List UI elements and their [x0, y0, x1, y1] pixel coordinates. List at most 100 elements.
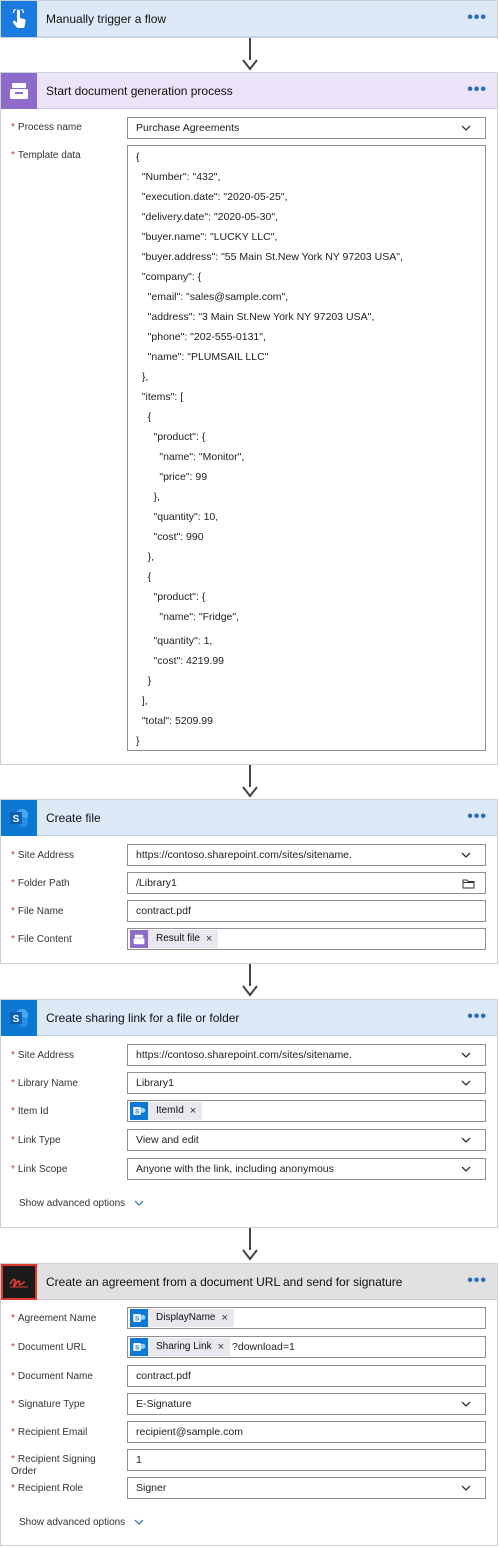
template-data-line: },: [136, 371, 149, 383]
template-data-textarea[interactable]: { "Number": "432", "execution.date": "20…: [127, 145, 486, 751]
template-data-line: "cost": 990: [136, 531, 204, 543]
template-data-line: "items": [: [136, 391, 184, 403]
svg-text:S: S: [135, 1316, 139, 1323]
signature-type-select[interactable]: E-Signature: [127, 1393, 486, 1415]
library-name-select[interactable]: Library1: [127, 1072, 486, 1094]
agreement-header[interactable]: Create an agreement from a document URL …: [1, 1264, 497, 1300]
svg-text:S: S: [135, 1345, 139, 1352]
sharing-link-title: Create sharing link for a file or folder: [46, 1011, 240, 1025]
chevron-down-icon: [461, 1137, 471, 1143]
template-data-line: "execution.date": "2020-05-25",: [136, 191, 288, 203]
docgen-title: Start document generation process: [46, 84, 233, 98]
connector-arrow: [249, 38, 251, 60]
file-content-label: * File Content: [11, 934, 72, 945]
recipient-role-select[interactable]: Signer: [127, 1477, 486, 1499]
connector-arrow: [249, 765, 251, 787]
sharing-link-more-button[interactable]: •••: [467, 1000, 487, 1034]
remove-token-button[interactable]: ×: [221, 1309, 227, 1327]
chevron-down-icon: [461, 125, 471, 131]
template-data-line: "address": "3 Main St.New York NY 97203 …: [136, 311, 375, 323]
chevron-down-icon: [134, 1519, 144, 1525]
sharepoint-icon: S: [130, 1309, 148, 1327]
agreement-name-input[interactable]: S DisplayName ×: [127, 1307, 486, 1329]
chevron-down-icon: [461, 1401, 471, 1407]
docgen-card[interactable]: Start document generation process ••• * P…: [0, 72, 498, 765]
template-data-line: "Number": "432",: [136, 171, 221, 183]
itemid-token[interactable]: S ItemId ×: [130, 1102, 203, 1120]
template-data-line: "name": "Monitor",: [136, 451, 245, 463]
trigger-header[interactable]: Manually trigger a flow •••: [1, 1, 497, 37]
folder-path-label: * Folder Path: [11, 878, 70, 889]
document-url-label: * Document URL: [11, 1342, 87, 1353]
svg-text:S: S: [135, 1109, 139, 1116]
connector-arrowhead: [242, 786, 258, 798]
template-data-line: {: [136, 151, 140, 163]
recipient-email-input[interactable]: recipient@sample.com: [127, 1421, 486, 1443]
template-data-line: "company": {: [136, 271, 202, 283]
site-address-select[interactable]: https://contoso.sharepoint.com/sites/sit…: [127, 1044, 486, 1066]
sharing-link-token[interactable]: S Sharing Link ×: [130, 1338, 231, 1356]
template-data-line: }: [136, 735, 140, 747]
sharepoint-icon: S: [130, 1338, 148, 1356]
signature-type-label: * Signature Type: [11, 1399, 85, 1410]
result-file-token[interactable]: Result file ×: [130, 930, 219, 948]
displayname-token[interactable]: S DisplayName ×: [130, 1309, 234, 1327]
file-name-input[interactable]: contract.pdf: [127, 900, 486, 922]
chevron-down-icon: [461, 1485, 471, 1491]
agreement-card[interactable]: Create an agreement from a document URL …: [0, 1263, 498, 1546]
document-name-input[interactable]: contract.pdf: [127, 1365, 486, 1387]
sharing-link-card[interactable]: S Create sharing link for a file or fold…: [0, 999, 498, 1228]
sharepoint-icon: S: [130, 1102, 148, 1120]
template-data-line: "name": "Fridge",: [136, 611, 240, 623]
document-tray-icon: [1, 73, 37, 109]
template-data-line: "buyer.address": "55 Main St.New York NY…: [136, 251, 403, 263]
site-address-label: * Site Address: [11, 1050, 75, 1061]
show-advanced-options-link[interactable]: Show advanced options: [19, 1517, 144, 1528]
folder-path-input[interactable]: /Library1: [127, 872, 486, 894]
trigger-card[interactable]: Manually trigger a flow •••: [0, 0, 498, 38]
process-name-select[interactable]: Purchase Agreements: [127, 117, 486, 139]
hand-pointer-icon: [1, 1, 37, 37]
sharepoint-icon: S: [1, 800, 37, 836]
trigger-title: Manually trigger a flow: [46, 12, 167, 26]
template-data-line: }: [136, 675, 152, 687]
agreement-title: Create an agreement from a document URL …: [46, 1275, 403, 1289]
file-content-input[interactable]: Result file ×: [127, 928, 486, 950]
chevron-down-icon: [461, 1080, 471, 1086]
template-data-line: "phone": "202-555-0131",: [136, 331, 266, 343]
remove-token-button[interactable]: ×: [206, 930, 212, 948]
template-data-line: },: [136, 551, 155, 563]
create-file-card[interactable]: S Create file ••• * Site Address https://…: [0, 799, 498, 964]
item-id-input[interactable]: S ItemId ×: [127, 1100, 486, 1122]
document-name-label: * Document Name: [11, 1371, 93, 1382]
folder-icon[interactable]: [462, 878, 475, 889]
agreement-name-label: * Agreement Name: [11, 1313, 97, 1324]
remove-token-button[interactable]: ×: [218, 1338, 224, 1356]
site-address-select[interactable]: https://contoso.sharepoint.com/sites/sit…: [127, 844, 486, 866]
link-type-select[interactable]: View and edit: [127, 1129, 486, 1151]
link-scope-label: * Link Scope: [11, 1164, 68, 1175]
docgen-more-button[interactable]: •••: [467, 73, 487, 107]
library-name-label: * Library Name: [11, 1078, 78, 1089]
create-file-more-button[interactable]: •••: [467, 800, 487, 834]
create-file-header[interactable]: S Create file •••: [1, 800, 497, 836]
template-data-line: {: [136, 571, 152, 583]
agreement-more-button[interactable]: •••: [467, 1264, 487, 1298]
sharing-link-header[interactable]: S Create sharing link for a file or fold…: [1, 1000, 497, 1036]
chevron-down-icon: [461, 1166, 471, 1172]
template-data-line: "delivery.date": "2020-05-30",: [136, 211, 278, 223]
document-url-input[interactable]: S Sharing Link × ?download=1: [127, 1336, 486, 1358]
document-tray-icon: [130, 930, 148, 948]
remove-token-button[interactable]: ×: [190, 1102, 196, 1120]
show-advanced-options-link[interactable]: Show advanced options: [19, 1198, 144, 1209]
link-scope-select[interactable]: Anyone with the link, including anonymou…: [127, 1158, 486, 1180]
template-data-line: "email": "sales@sample.com",: [136, 291, 289, 303]
recipient-signing-order-input[interactable]: 1: [127, 1449, 486, 1471]
adobe-sign-icon: [1, 1264, 37, 1300]
docgen-header[interactable]: Start document generation process •••: [1, 73, 497, 109]
trigger-more-button[interactable]: •••: [467, 1, 487, 35]
template-data-line: "total": 5209.99: [136, 715, 213, 727]
connector-arrow: [249, 1228, 251, 1250]
template-data-line: "quantity": 1,: [136, 635, 213, 647]
template-data-line: "product": {: [136, 591, 206, 603]
